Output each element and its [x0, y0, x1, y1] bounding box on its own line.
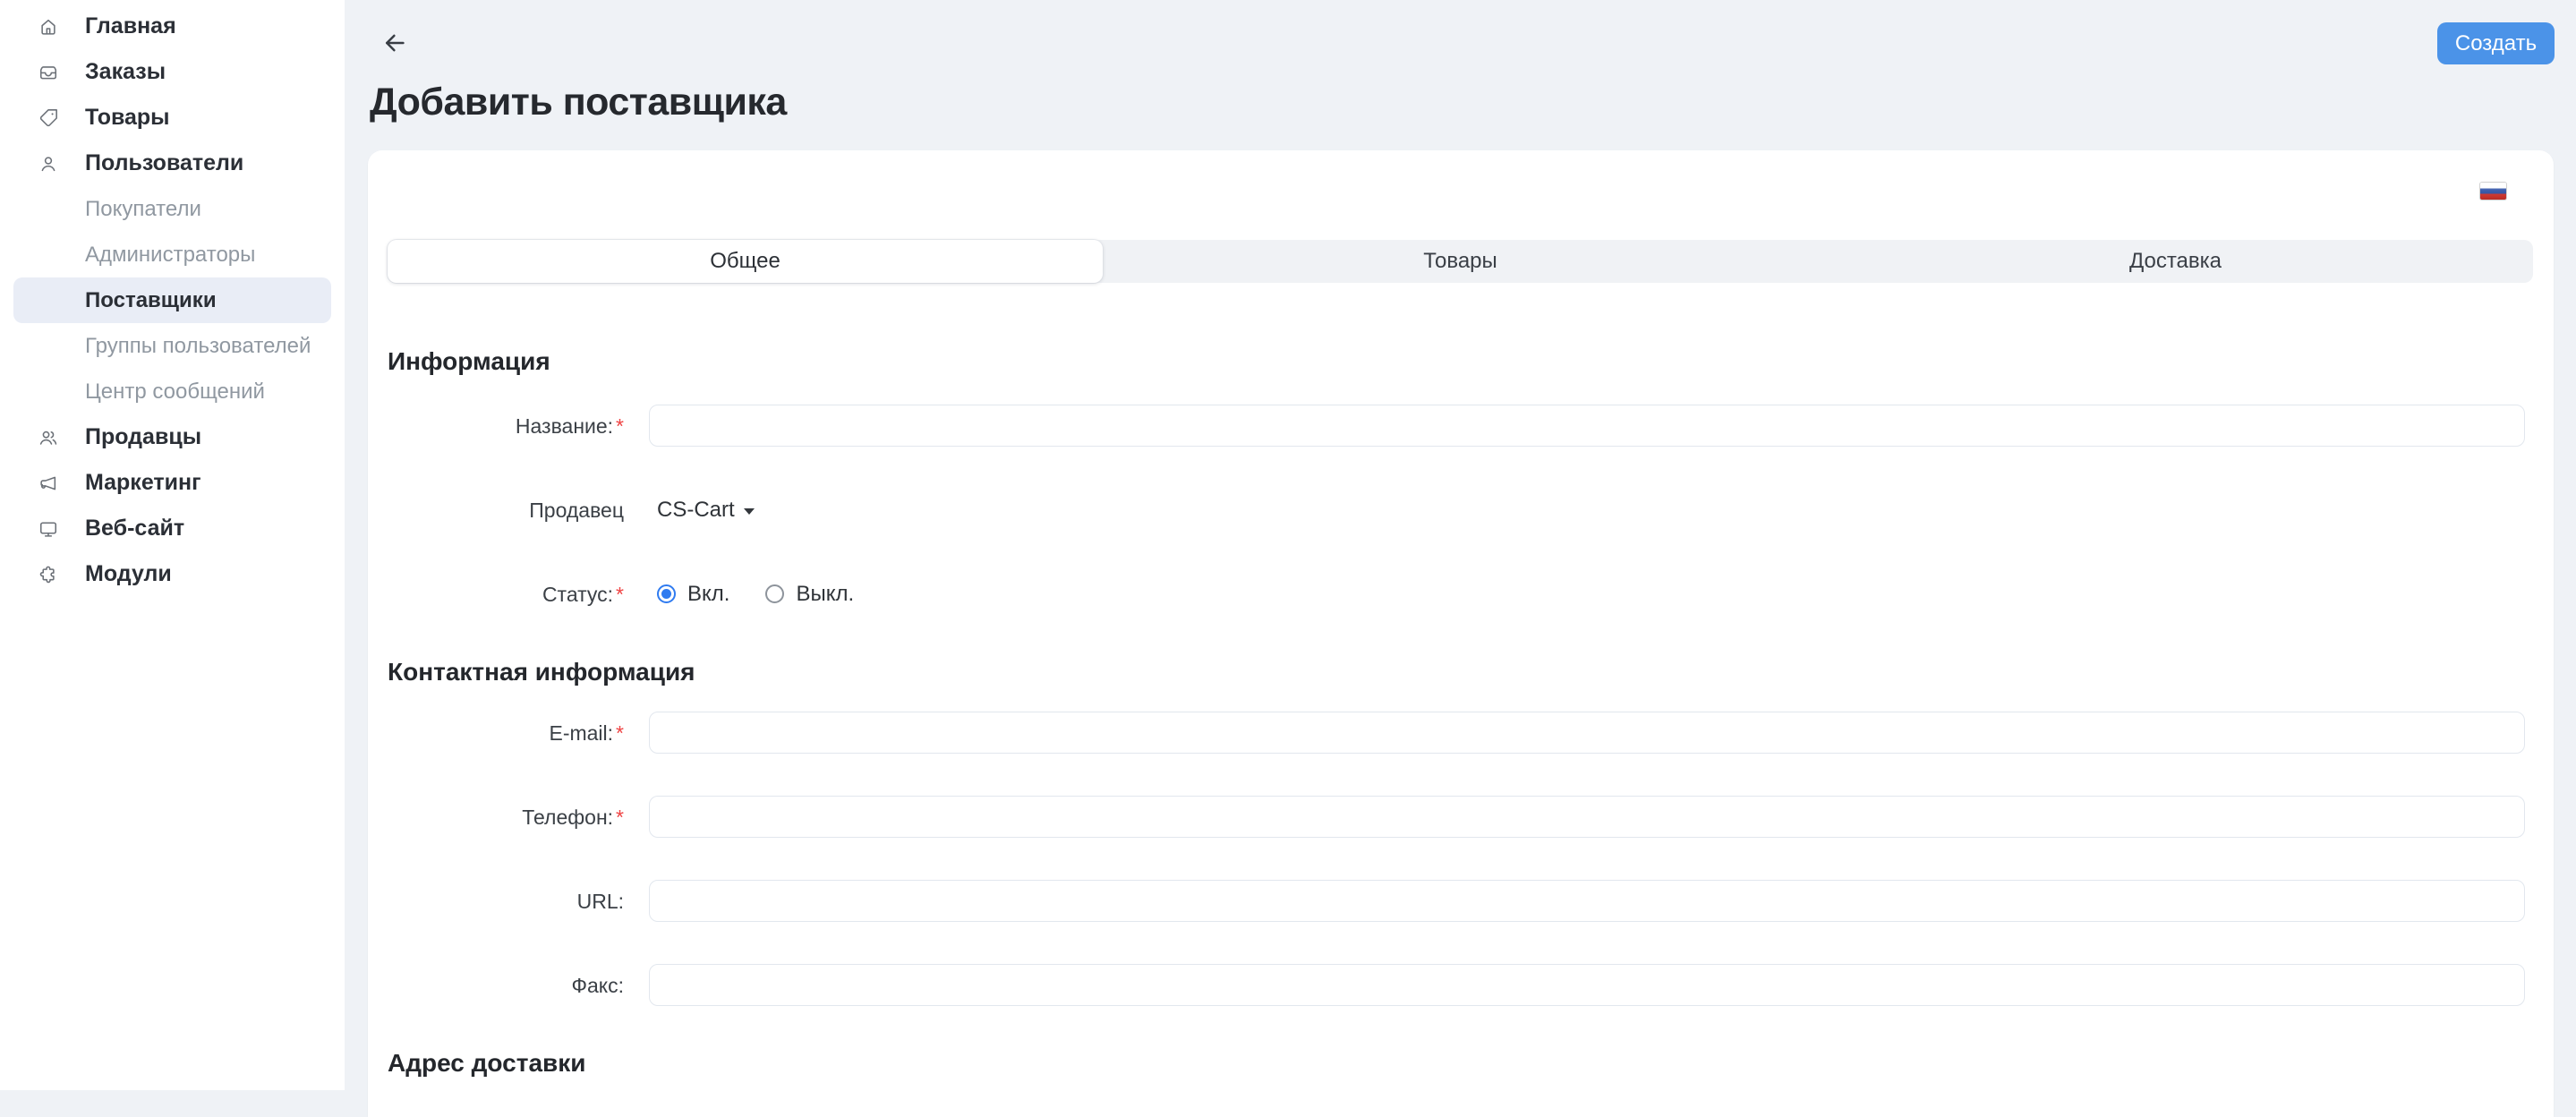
- sidebar-item-label: Заказы: [85, 59, 166, 85]
- radio-unchecked-icon: [765, 584, 784, 603]
- supplier-form: Информация Название:* Продавец CS-Cart С…: [388, 283, 2525, 1079]
- url-input[interactable]: [649, 880, 2525, 922]
- phone-label: Телефон:*: [388, 806, 624, 829]
- sidebar-item-label: Покупатели: [85, 197, 201, 222]
- sidebar-item-label: Продавцы: [85, 424, 201, 450]
- status-label: Статус:*: [388, 583, 624, 606]
- monitor-icon: [38, 519, 58, 539]
- tag-icon: [38, 108, 58, 128]
- sidebar-item-label: Главная: [85, 13, 176, 39]
- sidebar-item-marketing[interactable]: Маркетинг: [13, 460, 331, 506]
- status-radio-on[interactable]: Вкл.: [657, 582, 729, 607]
- sidebar-item-suppliers[interactable]: Поставщики: [13, 277, 331, 323]
- sidebar-item-modules[interactable]: Модули: [13, 551, 331, 597]
- users-icon: [38, 428, 58, 448]
- section-heading-shipping-address: Адрес доставки: [388, 1048, 2525, 1079]
- required-asterisk: *: [616, 414, 624, 438]
- supplier-form-card: Общее Товары Доставка Информация Названи…: [368, 150, 2554, 1117]
- tab-products[interactable]: Товары: [1103, 240, 1818, 283]
- phone-input[interactable]: [649, 796, 2525, 838]
- email-input[interactable]: [649, 712, 2525, 754]
- sidebar-item-message-center[interactable]: Центр сообщений: [13, 369, 331, 414]
- arrow-left-icon: [381, 46, 408, 59]
- sidebar-item-website[interactable]: Веб-сайт: [13, 506, 331, 551]
- tabbar: Общее Товары Доставка: [388, 240, 2533, 283]
- sidebar-item-administrators[interactable]: Администраторы: [13, 232, 331, 277]
- form-row-phone: Телефон:*: [388, 796, 2525, 838]
- sidebar-item-label: Администраторы: [85, 243, 255, 268]
- section-heading-contact-information: Контактная информация: [388, 657, 2525, 687]
- tab-shipping[interactable]: Доставка: [1818, 240, 2533, 283]
- russian-flag-icon[interactable]: [2480, 183, 2506, 200]
- sidebar-item-user-groups[interactable]: Группы пользователей: [13, 323, 331, 369]
- sidebar-item-label: Товары: [85, 105, 170, 131]
- sidebar-item-label: Поставщики: [85, 288, 217, 313]
- status-radio-group: Вкл. Выкл.: [657, 582, 890, 607]
- required-asterisk: *: [616, 806, 624, 829]
- form-row-name: Название:*: [388, 405, 2525, 447]
- section-heading-information: Информация: [388, 346, 2525, 377]
- page-title: Добавить поставщика: [370, 81, 787, 124]
- sidebar-item-label: Модули: [85, 561, 172, 587]
- sidebar-item-label: Группы пользователей: [85, 334, 311, 359]
- sidebar-item-label: Центр сообщений: [85, 379, 265, 405]
- sidebar-item-home[interactable]: Главная: [13, 4, 331, 49]
- form-row-vendor: Продавец CS-Cart: [388, 489, 2525, 531]
- home-icon: [38, 17, 58, 37]
- required-asterisk: *: [616, 721, 624, 745]
- sidebar-item-customers[interactable]: Покупатели: [13, 186, 331, 232]
- required-asterisk: *: [616, 583, 624, 606]
- sidebar-item-products[interactable]: Товары: [13, 95, 331, 141]
- radio-checked-icon: [657, 584, 676, 603]
- url-label: URL:: [388, 890, 624, 913]
- back-button[interactable]: [378, 27, 412, 61]
- puzzle-icon: [38, 565, 58, 584]
- vendor-select[interactable]: CS-Cart: [657, 498, 755, 523]
- form-row-fax: Факс:: [388, 964, 2525, 1006]
- fax-label: Факс:: [388, 974, 624, 997]
- chevron-down-icon: [744, 508, 755, 515]
- inbox-icon: [38, 63, 58, 82]
- vendor-label: Продавец: [388, 499, 624, 522]
- name-input[interactable]: [649, 405, 2525, 447]
- status-radio-off[interactable]: Выкл.: [765, 582, 854, 607]
- form-row-url: URL:: [388, 880, 2525, 922]
- sidebar-item-orders[interactable]: Заказы: [13, 49, 331, 95]
- megaphone-icon: [38, 473, 58, 493]
- name-label: Название:*: [388, 414, 624, 438]
- sidebar-item-users[interactable]: Пользователи: [13, 141, 331, 186]
- fax-input[interactable]: [649, 964, 2525, 1006]
- tab-general[interactable]: Общее: [388, 240, 1103, 283]
- sidebar: Главная Заказы Товары Пользователи Покуп…: [0, 0, 345, 1090]
- email-label: E-mail:*: [388, 721, 624, 745]
- main-area: Добавить поставщика Создать Общее Товары…: [345, 0, 2576, 1090]
- form-row-email: E-mail:*: [388, 712, 2525, 754]
- sidebar-item-label: Маркетинг: [85, 470, 201, 496]
- sidebar-item-label: Пользователи: [85, 150, 243, 176]
- sidebar-item-label: Веб-сайт: [85, 516, 184, 541]
- create-button[interactable]: Создать: [2437, 22, 2555, 64]
- sidebar-item-vendors[interactable]: Продавцы: [13, 414, 331, 460]
- form-row-status: Статус:* Вкл. Выкл.: [388, 573, 2525, 615]
- vendor-select-value: CS-Cart: [657, 498, 735, 523]
- user-icon: [38, 154, 58, 174]
